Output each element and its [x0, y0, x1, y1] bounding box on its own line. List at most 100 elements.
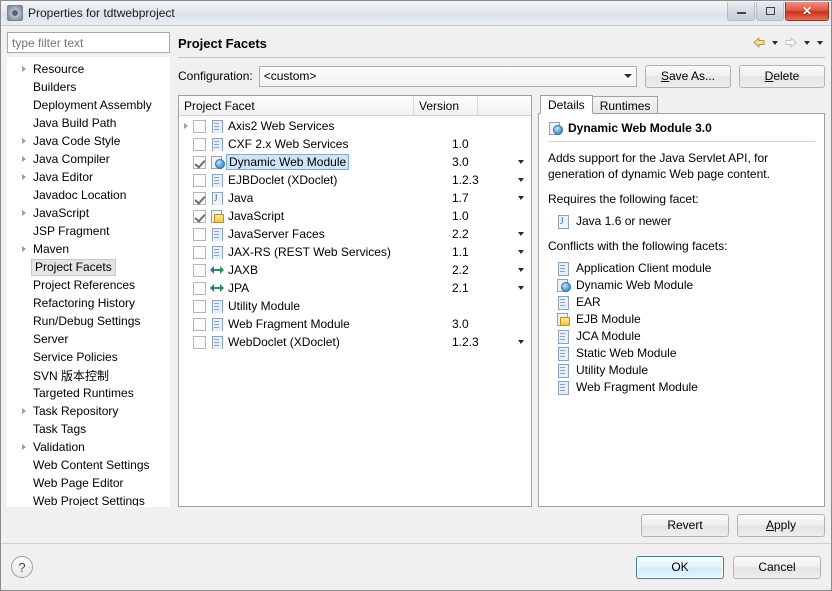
version-dropdown-icon[interactable]	[511, 196, 531, 200]
expand-arrow-icon[interactable]	[18, 408, 30, 414]
delete-button[interactable]: Delete	[739, 64, 825, 88]
version-dropdown-icon[interactable]	[511, 268, 531, 272]
save-as-mnemonic: S	[660, 69, 669, 83]
sidebar-item-javadoc-location[interactable]: Javadoc Location	[8, 186, 169, 204]
facet-version: 1.2.3	[452, 335, 479, 349]
expand-arrow-icon[interactable]	[18, 138, 30, 144]
table-row[interactable]: JavaServer Faces 2.2	[179, 225, 531, 243]
facet-checkbox[interactable]	[193, 227, 206, 241]
sidebar-item-project-facets[interactable]: Project Facets	[8, 258, 169, 276]
facet-checkbox[interactable]	[193, 155, 206, 169]
back-dropdown-icon[interactable]	[772, 41, 778, 45]
facet-checkbox[interactable]	[193, 173, 206, 187]
table-row[interactable]: JAX-RS (REST Web Services) 1.1	[179, 243, 531, 261]
column-header-version[interactable]: Version	[414, 96, 478, 115]
sidebar-item-server[interactable]: Server	[8, 330, 169, 348]
expand-arrow-icon[interactable]	[18, 210, 30, 216]
table-row[interactable]: Web Fragment Module 3.0	[179, 315, 531, 333]
ok-button[interactable]: OK	[636, 555, 724, 579]
expand-arrow-icon[interactable]	[18, 156, 30, 162]
expand-arrow-icon[interactable]	[18, 66, 30, 72]
sidebar-item-java-code-style[interactable]: Java Code Style	[8, 132, 169, 150]
table-row[interactable]: Utility Module	[179, 297, 531, 315]
sidebar-item-web-page-editor[interactable]: Web Page Editor	[8, 474, 169, 492]
apply-button[interactable]: Apply	[737, 513, 825, 537]
sidebar-item-java-editor[interactable]: Java Editor	[8, 168, 169, 186]
version-dropdown-icon[interactable]	[511, 178, 531, 182]
save-as-button[interactable]: Save As...	[645, 64, 731, 88]
sidebar-item-task-repository[interactable]: Task Repository	[8, 402, 169, 420]
version-dropdown-icon[interactable]	[511, 160, 531, 164]
sidebar-item-targeted-runtimes[interactable]: Targeted Runtimes	[8, 384, 169, 402]
sidebar-item-service-policies[interactable]: Service Policies	[8, 348, 169, 366]
sidebar-item-task-tags[interactable]: Task Tags	[8, 420, 169, 438]
tab-runtimes[interactable]: Runtimes	[591, 96, 659, 114]
sidebar-item-javascript[interactable]: JavaScript	[8, 204, 169, 222]
forward-arrow-icon[interactable]	[783, 35, 799, 51]
table-row[interactable]: JPA 2.1	[179, 279, 531, 297]
facet-checkbox[interactable]	[193, 335, 206, 349]
sidebar-item-web-project-settings[interactable]: Web Project Settings	[8, 492, 169, 506]
expand-arrow-icon[interactable]	[18, 246, 30, 252]
table-row[interactable]: CXF 2.x Web Services 1.0	[179, 135, 531, 153]
table-row[interactable]: EJBDoclet (XDoclet) 1.2.3	[179, 171, 531, 189]
sidebar-item-resource[interactable]: Resource	[8, 60, 169, 78]
sidebar-item-builders[interactable]: Builders	[8, 78, 169, 96]
tab-details[interactable]: Details	[540, 95, 593, 114]
sidebar-item-validation[interactable]: Validation	[8, 438, 169, 456]
facet-name-cell: JAX-RS (REST Web Services)	[193, 245, 447, 259]
facet-checkbox[interactable]	[193, 281, 206, 295]
sidebar-item-deployment-assembly[interactable]: Deployment Assembly	[8, 96, 169, 114]
version-dropdown-icon[interactable]	[511, 232, 531, 236]
cancel-button[interactable]: Cancel	[733, 555, 821, 579]
facet-name-cell: JavaScript	[193, 209, 447, 223]
table-row[interactable]: JAXB 2.2	[179, 261, 531, 279]
sidebar-item-svn[interactable]: SVN 版本控制	[8, 366, 169, 384]
forward-dropdown-icon[interactable]	[804, 41, 810, 45]
sidebar-item-java-build-path[interactable]: Java Build Path	[8, 114, 169, 132]
back-arrow-icon[interactable]	[751, 35, 767, 51]
column-header-facet[interactable]: Project Facet	[179, 96, 414, 115]
facet-checkbox[interactable]	[193, 245, 206, 259]
revert-button[interactable]: Revert	[641, 513, 729, 537]
sidebar-item-label: Builders	[33, 80, 77, 94]
facet-table-header: Project Facet Version	[179, 96, 531, 116]
facet-checkbox[interactable]	[193, 299, 206, 313]
expand-arrow-icon[interactable]	[179, 123, 193, 129]
maximize-icon	[765, 7, 775, 15]
sidebar-item-java-compiler[interactable]: Java Compiler	[8, 150, 169, 168]
maximize-button[interactable]	[756, 2, 784, 21]
details-tabstrip: Details Runtimes	[538, 95, 825, 114]
facet-table-rows[interactable]: Axis2 Web Services CXF 2.x Web Services 1.…	[179, 116, 531, 506]
expand-arrow-icon[interactable]	[18, 444, 30, 450]
help-button[interactable]: ?	[11, 556, 33, 578]
facet-checkbox[interactable]	[193, 119, 206, 133]
facet-checkbox[interactable]	[193, 209, 206, 223]
facet-checkbox[interactable]	[193, 317, 206, 331]
table-row[interactable]: Axis2 Web Services	[179, 117, 531, 135]
configuration-select[interactable]: <custom>	[258, 65, 637, 87]
settings-tree[interactable]: Resource Builders Deployment Assembly Java …	[7, 57, 170, 507]
version-dropdown-icon[interactable]	[511, 286, 531, 290]
table-row[interactable]: Dynamic Web Module 3.0	[179, 153, 531, 171]
table-row[interactable]: JavaScript 1.0	[179, 207, 531, 225]
sidebar-item-maven[interactable]: Maven	[8, 240, 169, 258]
version-dropdown-icon[interactable]	[511, 340, 531, 344]
facet-checkbox[interactable]	[193, 191, 206, 205]
minimize-button[interactable]	[727, 2, 755, 21]
page-menu-icon[interactable]	[817, 41, 823, 45]
sidebar-item-jsp-fragment[interactable]: JSP Fragment	[8, 222, 169, 240]
version-dropdown-icon[interactable]	[511, 250, 531, 254]
table-row[interactable]: WebDoclet (XDoclet) 1.2.3	[179, 333, 531, 351]
sidebar-item-refactoring-history[interactable]: Refactoring History	[8, 294, 169, 312]
sidebar-item-run-debug-settings[interactable]: Run/Debug Settings	[8, 312, 169, 330]
filter-input[interactable]	[7, 32, 170, 53]
facet-checkbox[interactable]	[193, 263, 206, 277]
sidebar-item-web-content-settings[interactable]: Web Content Settings	[8, 456, 169, 474]
page-nav-controls	[751, 35, 825, 51]
expand-arrow-icon[interactable]	[18, 174, 30, 180]
facet-checkbox[interactable]	[193, 137, 206, 151]
close-button[interactable]: ✕	[785, 2, 829, 21]
table-row[interactable]: Java 1.7	[179, 189, 531, 207]
sidebar-item-project-references[interactable]: Project References	[8, 276, 169, 294]
